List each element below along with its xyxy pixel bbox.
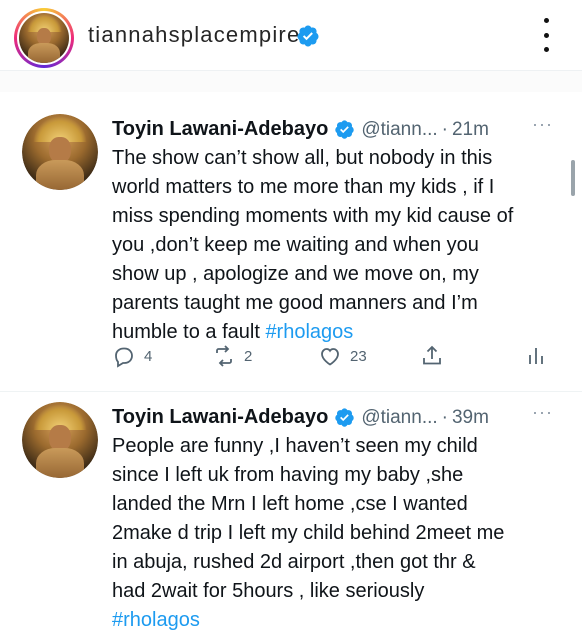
tweet-header: Toyin Lawani-Adebayo @tiann... · 21m bbox=[112, 118, 489, 141]
retweet-button[interactable]: 2 bbox=[212, 344, 252, 368]
author-name[interactable]: Toyin Lawani-Adebayo bbox=[112, 406, 328, 429]
tweet-line: you ,don’t keep me waiting and when you bbox=[112, 234, 479, 256]
hashtag-link[interactable]: #rholagos bbox=[265, 321, 353, 343]
author-handle[interactable]: @tiann... bbox=[361, 407, 437, 429]
tweet-line-text: humble to a fault bbox=[112, 321, 266, 343]
tweet-more-icon[interactable]: ··· bbox=[532, 402, 553, 423]
tweet-line: 2make d trip I left my child behind 2mee… bbox=[112, 522, 505, 544]
tweet-text: People are funny ,I haven’t seen my chil… bbox=[112, 432, 552, 635]
like-count: 23 bbox=[350, 347, 367, 365]
tweet-card[interactable]: Toyin Lawani-Adebayo @tiann... · 21m ···… bbox=[0, 92, 582, 392]
tweet-line: world matters to me more than my kids , … bbox=[112, 176, 495, 198]
tweet-timestamp[interactable]: 21m bbox=[452, 119, 489, 141]
tweet-line: landed the Mrn I left home ,cse I wanted bbox=[112, 493, 468, 515]
share-button[interactable] bbox=[420, 344, 444, 368]
author-handle[interactable]: @tiann... bbox=[361, 119, 437, 141]
tweet-header: Toyin Lawani-Adebayo @tiann... · 39m bbox=[112, 406, 489, 429]
share-icon bbox=[423, 345, 441, 365]
retweet-icon bbox=[216, 345, 232, 367]
tweet-timestamp[interactable]: 39m bbox=[452, 407, 489, 429]
tweet-line: had 2wait for 5hours , like seriously bbox=[112, 580, 425, 602]
verified-badge-icon bbox=[335, 408, 355, 427]
tweet-text: The show can’t show all, but nobody in t… bbox=[112, 144, 552, 347]
verified-badge-icon bbox=[335, 120, 355, 139]
header-divider bbox=[0, 70, 582, 92]
tweet-more-icon[interactable]: ··· bbox=[532, 114, 553, 135]
tweet-author-avatar[interactable] bbox=[22, 114, 98, 190]
reply-icon bbox=[115, 347, 133, 368]
hashtag-link[interactable]: #rholagos bbox=[112, 606, 552, 635]
reply-button[interactable]: 4 bbox=[112, 344, 152, 368]
tweet-actions: 4 2 23 bbox=[112, 344, 552, 374]
tweet-line: The show can’t show all, but nobody in t… bbox=[112, 147, 493, 169]
tweet-line: miss spending moments with my kid cause … bbox=[112, 205, 514, 227]
meta-separator: · bbox=[441, 406, 448, 428]
tweet-line: People are funny ,I haven’t seen my chil… bbox=[112, 435, 478, 457]
tweet-line: humble to a fault #rholagos bbox=[112, 318, 552, 347]
instagram-username[interactable]: tiannahsplacempire bbox=[88, 22, 300, 48]
retweet-count: 2 bbox=[244, 347, 253, 365]
scrollbar-thumb[interactable] bbox=[571, 160, 575, 196]
tweet-line: in abuja, rushed 2d airport ,then got th… bbox=[112, 551, 476, 573]
analytics-button[interactable] bbox=[524, 344, 548, 368]
profile-avatar bbox=[19, 13, 69, 63]
story-ring-avatar[interactable] bbox=[14, 8, 74, 68]
tweet-line: parents taught me good manners and I’m bbox=[112, 292, 478, 314]
vertical-ellipsis-icon[interactable] bbox=[536, 18, 556, 52]
like-button[interactable]: 23 bbox=[318, 344, 367, 368]
tweet-card[interactable]: Toyin Lawani-Adebayo @tiann... · 39m ···… bbox=[0, 392, 582, 640]
tweet-author-avatar[interactable] bbox=[22, 402, 98, 478]
instagram-post-header: tiannahsplacempire bbox=[0, 0, 582, 70]
meta-separator: · bbox=[441, 118, 448, 140]
reply-count: 4 bbox=[144, 347, 153, 365]
tweet-line: since I left uk from having my baby ,she bbox=[112, 464, 464, 486]
tweet-line: show up , apologize and we move on, my bbox=[112, 263, 479, 285]
heart-icon bbox=[321, 348, 339, 366]
verified-badge-icon bbox=[297, 25, 319, 47]
author-name[interactable]: Toyin Lawani-Adebayo bbox=[112, 118, 328, 141]
analytics-icon bbox=[529, 348, 543, 364]
